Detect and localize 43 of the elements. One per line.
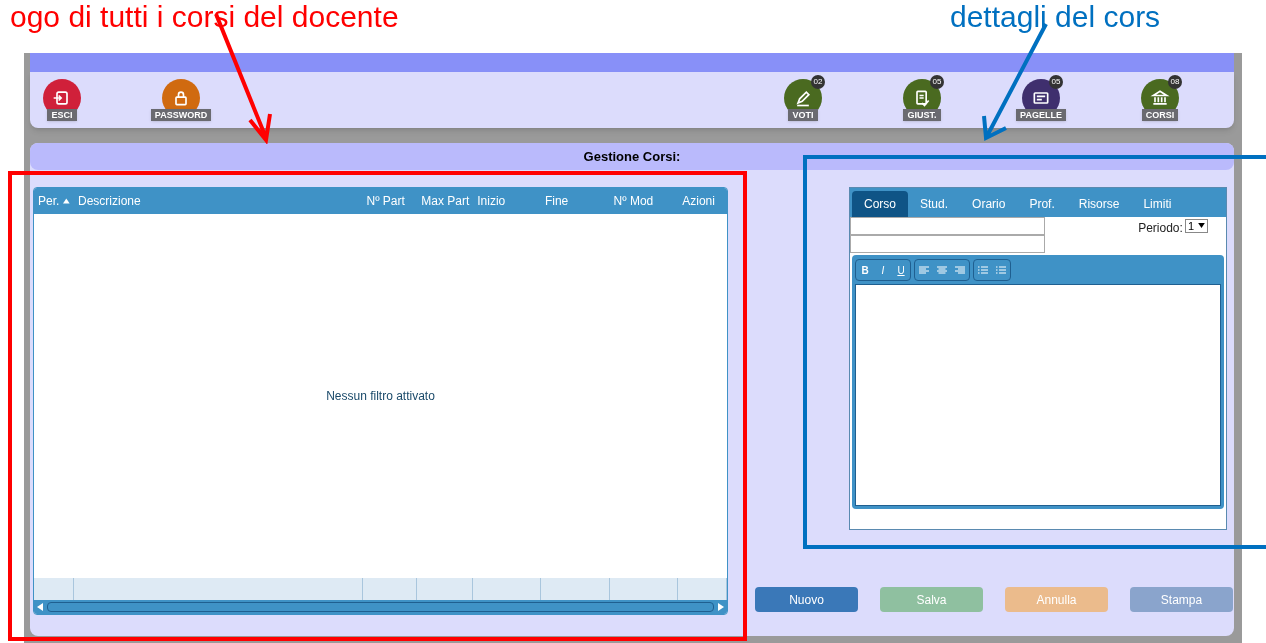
tab[interactable]: Corso	[852, 191, 908, 217]
text-field[interactable]	[850, 217, 1045, 235]
action-button[interactable]: Stampa	[1130, 587, 1233, 612]
align-icon	[955, 266, 965, 274]
tab[interactable]: Stud.	[908, 191, 961, 217]
tab[interactable]: Limiti	[1131, 191, 1184, 217]
column-header[interactable]: Nº Part	[362, 192, 418, 210]
scroll-left-icon	[37, 603, 43, 611]
text-editor[interactable]: B I U	[852, 255, 1224, 509]
count-badge: 02	[811, 75, 825, 89]
period-label: Periodo:	[1138, 220, 1183, 237]
tab[interactable]: Risorse	[1066, 191, 1132, 217]
annotation-text: dettagli del cors	[950, 0, 1161, 34]
horizontal-scrollbar[interactable]	[34, 600, 727, 614]
text-field[interactable]	[850, 235, 1045, 253]
format-button[interactable]: B	[856, 260, 874, 280]
format-button[interactable]: U	[892, 260, 910, 280]
column-header[interactable]: Fine	[540, 192, 610, 210]
align-icon	[937, 266, 947, 274]
count-badge: 08	[1168, 75, 1182, 89]
column-header[interactable]: Inizio	[473, 192, 541, 210]
empty-message: Nessun filtro attivato	[326, 388, 435, 405]
caret-icon	[1198, 223, 1205, 228]
align-icon	[919, 266, 929, 274]
period-select[interactable]: 1	[1184, 219, 1208, 233]
format-button[interactable]: I	[874, 260, 892, 280]
list-icon	[978, 266, 988, 274]
column-header[interactable]: Max Part	[417, 192, 474, 210]
list-icon	[996, 266, 1006, 274]
column-header[interactable]: Descrizione	[74, 192, 363, 210]
tab[interactable]: Orario	[960, 191, 1018, 217]
panel-title: Gestione Corsi:	[583, 147, 681, 166]
building-icon	[1150, 88, 1170, 108]
count-badge: 05	[930, 75, 944, 89]
column-header[interactable]: Azioni	[678, 192, 727, 210]
action-button[interactable]: Salva	[880, 587, 983, 612]
scroll-right-icon	[718, 603, 724, 611]
column-header[interactable]: Per.	[34, 192, 74, 210]
action-button[interactable]: Annulla	[1005, 587, 1108, 612]
tab[interactable]: Prof.	[1017, 191, 1067, 217]
column-header[interactable]: Nº Mod	[609, 192, 679, 210]
count-badge: 05	[1049, 75, 1063, 89]
action-button[interactable]: Nuovo	[755, 587, 858, 612]
